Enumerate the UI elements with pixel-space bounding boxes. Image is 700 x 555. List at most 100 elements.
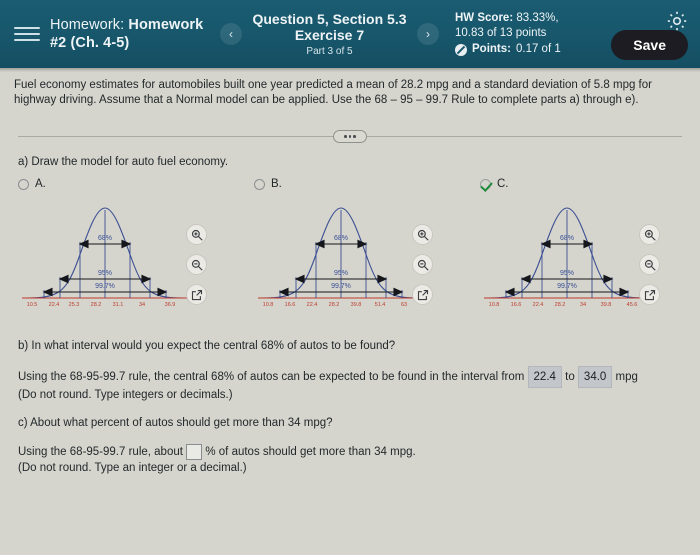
svg-text:10.5: 10.5 xyxy=(27,302,38,308)
part-c-percent-input[interactable] xyxy=(186,443,203,460)
answer-choices: A. 68% 95% 99.7% 10.5 22.4 25.3 28.2 31.… xyxy=(14,176,686,326)
hw-points: 10.83 of 13 points xyxy=(455,27,547,39)
svg-text:22.4: 22.4 xyxy=(533,302,544,308)
prev-question-button[interactable]: ‹ xyxy=(220,23,242,45)
open-popup-icon[interactable] xyxy=(186,284,207,305)
svg-text:39.8: 39.8 xyxy=(351,302,362,308)
points-value: 0.17 of 1 xyxy=(515,43,561,55)
svg-text:25.3: 25.3 xyxy=(69,302,80,308)
normal-curve-c: 68% 95% 99.7% 10.8 16.6 22.4 28.2 34 39.… xyxy=(480,198,700,323)
score-panel: HW Score: 83.33%, 10.83 of 13 points Poi… xyxy=(455,11,561,57)
ellipsis-button[interactable] xyxy=(333,130,367,143)
svg-text:36.9: 36.9 xyxy=(165,302,176,308)
part-c-answer-line: Using the 68-95-99.7 rule, about % of au… xyxy=(18,443,686,461)
zoom-in-icon[interactable] xyxy=(639,224,660,245)
svg-text:16.6: 16.6 xyxy=(511,302,522,308)
problem-statement: Fuel economy estimates for automobiles b… xyxy=(14,79,652,106)
band-997-b: 99.7% xyxy=(331,283,351,290)
normal-curve-a: 68% 95% 99.7% 10.5 22.4 25.3 28.2 31.1 3… xyxy=(18,198,250,323)
svg-text:28.2: 28.2 xyxy=(329,302,340,308)
part-c-answer-prefix: Using the 68-95-99.7 rule, about xyxy=(18,446,183,458)
homework-title: Homework: Homework #2 (Ch. 4-5) xyxy=(50,16,220,52)
svg-text:34: 34 xyxy=(580,302,586,308)
save-button[interactable]: Save xyxy=(611,30,688,60)
curve-svg-b: 68% 95% 99.7% 10.8 16.6 22.4 28.2 39.8 5… xyxy=(258,207,424,308)
radio-choice-c[interactable] xyxy=(480,178,491,190)
graph-tools-a xyxy=(186,224,208,305)
radio-choice-a[interactable] xyxy=(18,178,29,190)
svg-text:31.1: 31.1 xyxy=(113,302,124,308)
band-95-a: 95% xyxy=(98,270,112,277)
svg-text:28.2: 28.2 xyxy=(91,302,102,308)
zoom-out-icon[interactable] xyxy=(412,254,433,275)
question-part: Part 3 of 5 xyxy=(306,46,353,57)
part-b-answer-prefix: Using the 68-95-99.7 rule, the central 6… xyxy=(18,371,525,384)
choice-a-header[interactable]: A. xyxy=(18,176,250,192)
svg-text:10.8: 10.8 xyxy=(263,302,274,308)
svg-text:10.8: 10.8 xyxy=(489,302,500,308)
band-997-c: 99.7% xyxy=(557,283,577,290)
band-68-c: 68% xyxy=(560,235,574,242)
hw-score-value: 83.33%, xyxy=(516,12,559,24)
svg-text:16.6: 16.6 xyxy=(285,302,296,308)
graph-tools-c xyxy=(639,224,661,305)
part-c-question: c) About what percent of autos should ge… xyxy=(18,417,333,429)
tick-labels-c: 10.8 16.6 22.4 28.2 34 39.8 45.6 xyxy=(489,302,638,308)
svg-text:28.2: 28.2 xyxy=(555,302,566,308)
choice-b[interactable]: B. 68% 95% 99.7% 10.8 16.6 22.4 28.2 39.… xyxy=(254,176,486,323)
homework-label: Homework: xyxy=(50,17,125,33)
section-divider xyxy=(14,130,686,143)
choice-c-label: C. xyxy=(497,178,509,190)
choice-c-header[interactable]: C. xyxy=(480,176,700,192)
svg-text:34: 34 xyxy=(139,302,145,308)
part-b-note: (Do not round. Type integers or decimals… xyxy=(18,389,233,401)
choice-b-header[interactable]: B. xyxy=(254,176,486,192)
open-popup-icon[interactable] xyxy=(412,284,433,305)
part-c-answer-suffix: % of autos should get more than 34 mpg. xyxy=(205,446,416,458)
question-body: Fuel economy estimates for automobiles b… xyxy=(0,68,700,474)
zoom-in-icon[interactable] xyxy=(412,224,433,245)
hamburger-icon[interactable] xyxy=(14,21,40,47)
svg-text:45.6: 45.6 xyxy=(627,302,638,308)
svg-text:22.4: 22.4 xyxy=(49,302,60,308)
part-b: b) In what interval would you expect the… xyxy=(18,340,686,401)
app-header: Homework: Homework #2 (Ch. 4-5) ‹ Questi… xyxy=(0,0,700,72)
choice-b-label: B. xyxy=(271,178,282,190)
part-b-between-label: to xyxy=(565,371,575,384)
normal-curve-b: 68% 95% 99.7% 10.8 16.6 22.4 28.2 39.8 5… xyxy=(254,198,486,323)
band-95-b: 95% xyxy=(334,270,348,277)
no-credit-icon xyxy=(455,43,467,56)
part-b-question: b) In what interval would you expect the… xyxy=(18,340,396,352)
zoom-out-icon[interactable] xyxy=(186,254,207,275)
svg-text:51.4: 51.4 xyxy=(375,302,386,308)
choice-a-label: A. xyxy=(35,178,46,190)
svg-text:22.4: 22.4 xyxy=(307,302,318,308)
points-label: Points: xyxy=(472,43,511,55)
choice-a[interactable]: A. 68% 95% 99.7% 10.5 22.4 25.3 28.2 31.… xyxy=(18,176,250,323)
points-line: Points: 0.17 of 1 xyxy=(455,42,561,57)
part-c: c) About what percent of autos should ge… xyxy=(18,417,686,474)
curve-svg-a: 68% 95% 99.7% 10.5 22.4 25.3 28.2 31.1 3… xyxy=(22,207,188,308)
zoom-out-icon[interactable] xyxy=(639,254,660,275)
part-b-upper-input[interactable]: 34.0 xyxy=(577,366,613,388)
choice-c[interactable]: C. 68% 95% 99.7% 10.8 16.6 22.4 28.2 34 … xyxy=(480,176,700,323)
next-question-button[interactable]: › xyxy=(417,23,439,45)
band-997-a: 99.7% xyxy=(95,283,115,290)
hw-score-label: HW Score: xyxy=(455,12,514,24)
part-b-answer-line: Using the 68-95-99.7 rule, the central 6… xyxy=(18,366,686,388)
svg-text:63: 63 xyxy=(401,302,407,308)
part-b-lower-input[interactable]: 22.4 xyxy=(527,366,562,388)
curve-svg-c: 68% 95% 99.7% 10.8 16.6 22.4 28.2 34 39.… xyxy=(484,207,650,308)
svg-text:39.8: 39.8 xyxy=(601,302,612,308)
question-info: Question 5, Section 5.3 Exercise 7 Part … xyxy=(242,11,417,57)
band-68-b: 68% xyxy=(334,235,348,242)
graph-tools-b xyxy=(412,224,434,305)
radio-choice-b[interactable] xyxy=(254,178,265,190)
question-page: Homework: Homework #2 (Ch. 4-5) ‹ Questi… xyxy=(0,0,700,555)
tick-labels-b: 10.8 16.6 22.4 28.2 39.8 51.4 63 xyxy=(263,302,407,308)
zoom-in-icon[interactable] xyxy=(186,224,207,245)
part-b-units: mpg xyxy=(615,371,638,384)
part-a-question: a) Draw the model for auto fuel economy. xyxy=(18,156,229,168)
hw-score-line: HW Score: 83.33%, xyxy=(455,11,561,26)
open-popup-icon[interactable] xyxy=(639,284,660,305)
